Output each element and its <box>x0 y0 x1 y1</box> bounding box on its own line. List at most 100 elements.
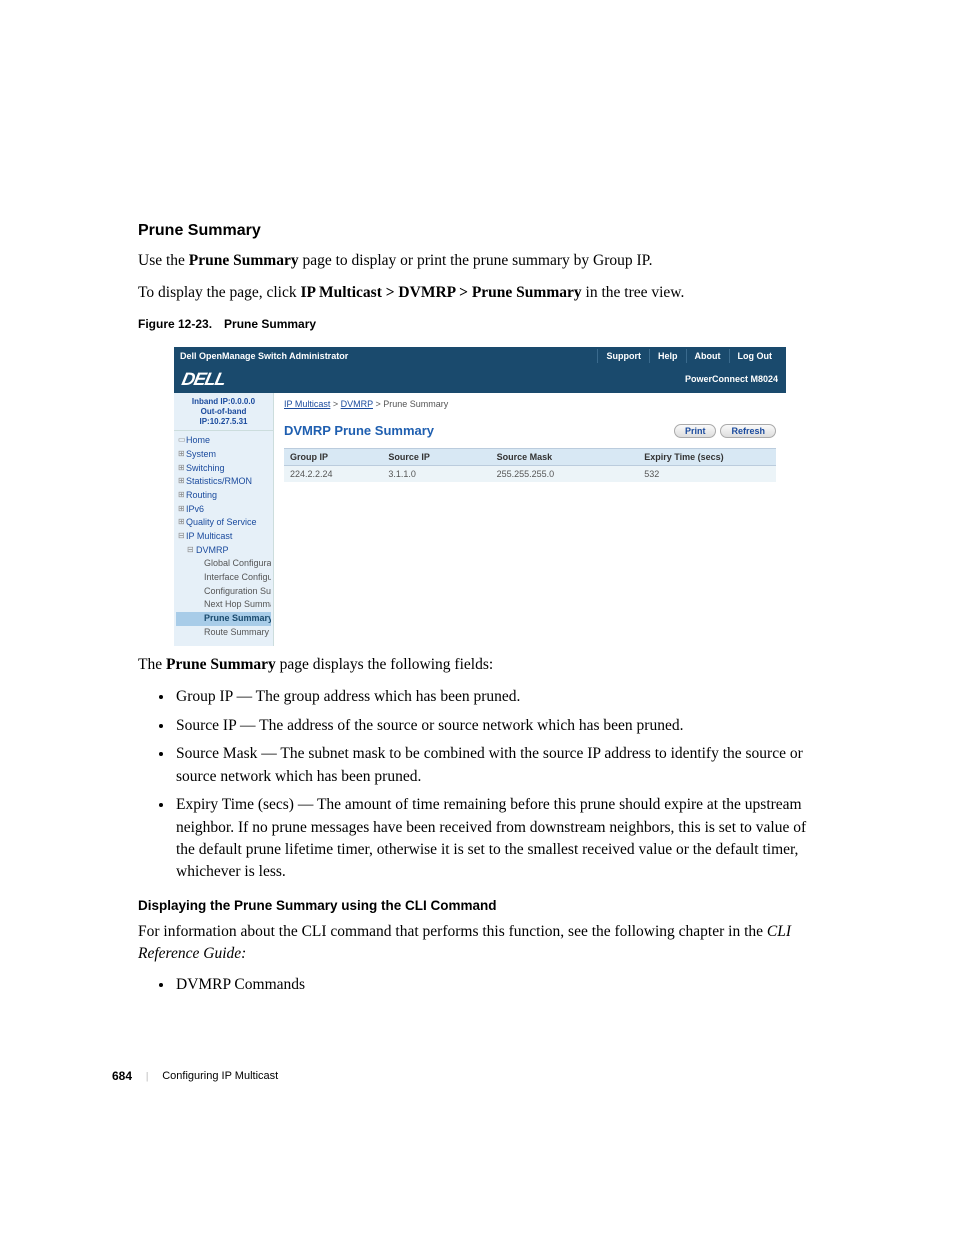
cli-list: DVMRP Commands <box>174 974 818 996</box>
tree-next-hop-summary[interactable]: Next Hop Summary <box>176 598 271 612</box>
col-source-mask: Source Mask <box>491 449 639 466</box>
crumb-dvmrp[interactable]: DVMRP <box>341 399 373 409</box>
tree-statistics[interactable]: ⊞Statistics/RMON <box>176 475 271 489</box>
fields-intro: The Prune Summary page displays the foll… <box>138 654 818 676</box>
text: in the tree view. <box>582 284 685 301</box>
label: Home <box>186 435 210 445</box>
field-list: Group IP — The group address which has b… <box>174 686 818 884</box>
col-group-ip: Group IP <box>284 449 382 466</box>
label: Statistics/RMON <box>186 476 252 486</box>
tree-home[interactable]: ▭Home <box>176 434 271 448</box>
breadcrumb: IP Multicast > DVMRP > Prune Summary <box>284 399 776 409</box>
list-item: Group IP — The group address which has b… <box>174 686 818 708</box>
print-button[interactable]: Print <box>674 424 717 438</box>
sidebar: Inband IP:0.0.0.0 Out-of-band IP:10.27.5… <box>174 393 274 646</box>
minus-icon: ⊟ <box>178 531 185 541</box>
text: For information about the CLI command th… <box>138 923 767 940</box>
cli-subheading: Displaying the Prune Summary using the C… <box>138 898 818 913</box>
prune-summary-table: Group IP Source IP Source Mask Expiry Ti… <box>284 448 776 482</box>
chapter-title: Configuring IP Multicast <box>162 1070 278 1082</box>
tree-dvmrp[interactable]: ⊟DVMRP <box>176 544 271 558</box>
help-link[interactable]: Help <box>649 349 686 363</box>
device-model: PowerConnect M8024 <box>685 374 778 384</box>
plus-icon: ⊞ <box>178 517 185 527</box>
col-source-ip: Source IP <box>382 449 490 466</box>
folder-icon: ▭ <box>178 435 186 445</box>
app-title: Dell OpenManage Switch Administrator <box>180 351 348 361</box>
tree-switching[interactable]: ⊞Switching <box>176 462 271 476</box>
app-titlebar: Dell OpenManage Switch Administrator Sup… <box>174 347 786 365</box>
table-row: 224.2.2.24 3.1.1.0 255.255.255.0 532 <box>284 466 776 483</box>
out-of-band-ip: Out-of-band IP:10.27.5.31 <box>177 407 270 426</box>
footer-separator: | <box>146 1070 148 1082</box>
paragraph-2: To display the page, click IP Multicast … <box>138 282 818 304</box>
text: page displays the following fields: <box>276 656 493 673</box>
plus-icon: ⊞ <box>178 504 185 514</box>
list-item: Source Mask — The subnet mask to be comb… <box>174 743 818 788</box>
list-item: Source IP — The address of the source or… <box>174 715 818 737</box>
label: Routing <box>186 490 217 500</box>
main-panel: IP Multicast > DVMRP > Prune Summary DVM… <box>274 393 786 646</box>
figure-caption: Figure 12-23. Prune Summary <box>138 317 818 331</box>
crumb-current: Prune Summary <box>383 399 448 409</box>
ip-info-box: Inband IP:0.0.0.0 Out-of-band IP:10.27.5… <box>174 393 273 431</box>
field-name: Group IP <box>176 688 233 705</box>
bold-text: Prune Summary <box>166 656 276 673</box>
plus-icon: ⊞ <box>178 463 185 473</box>
page-number: 684 <box>112 1069 132 1083</box>
text: page to display or print the prune summa… <box>299 252 653 269</box>
plus-icon: ⊞ <box>178 490 185 500</box>
cli-paragraph: For information about the CLI command th… <box>138 921 818 964</box>
figure-number: Figure 12-23. <box>138 317 212 331</box>
field-name: Source Mask <box>176 745 257 762</box>
tree-routing[interactable]: ⊞Routing <box>176 489 271 503</box>
list-item: DVMRP Commands <box>174 974 818 996</box>
section-heading: Prune Summary <box>138 222 818 240</box>
panel-header: DVMRP Prune Summary Print Refresh <box>284 423 776 438</box>
inband-ip: Inband IP:0.0.0.0 <box>177 397 270 407</box>
field-name: Source IP <box>176 717 236 734</box>
field-desc: — The group address which has been prune… <box>233 688 521 705</box>
support-link[interactable]: Support <box>597 349 649 363</box>
cell-source-mask: 255.255.255.0 <box>491 466 639 483</box>
tree-ip-multicast[interactable]: ⊟IP Multicast <box>176 530 271 544</box>
text: To display the page, click <box>138 284 300 301</box>
tree-system[interactable]: ⊞System <box>176 448 271 462</box>
list-item: Expiry Time (secs) — The amount of time … <box>174 794 818 884</box>
tree-qos[interactable]: ⊞Quality of Service <box>176 516 271 530</box>
logo-bar: DELL PowerConnect M8024 <box>174 365 786 393</box>
label: IP Multicast <box>186 531 232 541</box>
text: Use the <box>138 252 189 269</box>
plus-icon: ⊞ <box>178 449 185 459</box>
bold-text: Prune Summary <box>189 252 299 269</box>
logout-link[interactable]: Log Out <box>729 349 781 363</box>
col-expiry-time: Expiry Time (secs) <box>638 449 776 466</box>
crumb-ip-multicast[interactable]: IP Multicast <box>284 399 330 409</box>
tree-config-summary[interactable]: Configuration Summa <box>176 585 271 599</box>
tree-prune-summary[interactable]: Prune Summary <box>176 612 271 626</box>
tree-route-summary[interactable]: Route Summary <box>176 626 271 640</box>
tree-interface-config[interactable]: Interface Configuration <box>176 571 271 585</box>
refresh-button[interactable]: Refresh <box>720 424 776 438</box>
cell-source-ip: 3.1.1.0 <box>382 466 490 483</box>
paragraph-1: Use the Prune Summary page to display or… <box>138 250 818 272</box>
tree-global-config[interactable]: Global Configuration <box>176 557 271 571</box>
tree-ipv6[interactable]: ⊞IPv6 <box>176 503 271 517</box>
label: Quality of Service <box>186 517 257 527</box>
dell-logo: DELL <box>180 369 227 390</box>
label: System <box>186 449 216 459</box>
table-header-row: Group IP Source IP Source Mask Expiry Ti… <box>284 449 776 466</box>
screenshot: Dell OpenManage Switch Administrator Sup… <box>174 347 786 646</box>
minus-icon: ⊟ <box>187 545 194 555</box>
bold-text: IP Multicast > DVMRP > Prune Summary <box>300 284 581 301</box>
cell-expiry-time: 532 <box>638 466 776 483</box>
cell-group-ip: 224.2.2.24 <box>284 466 382 483</box>
plus-icon: ⊞ <box>178 476 185 486</box>
label: IPv6 <box>186 504 204 514</box>
text: The <box>138 656 166 673</box>
about-link[interactable]: About <box>686 349 729 363</box>
figure-title: Prune Summary <box>224 317 316 331</box>
nav-tree: ▭Home ⊞System ⊞Switching ⊞Statistics/RMO… <box>174 431 273 642</box>
panel-title: DVMRP Prune Summary <box>284 423 434 438</box>
header-links: Support Help About Log Out <box>597 349 780 363</box>
